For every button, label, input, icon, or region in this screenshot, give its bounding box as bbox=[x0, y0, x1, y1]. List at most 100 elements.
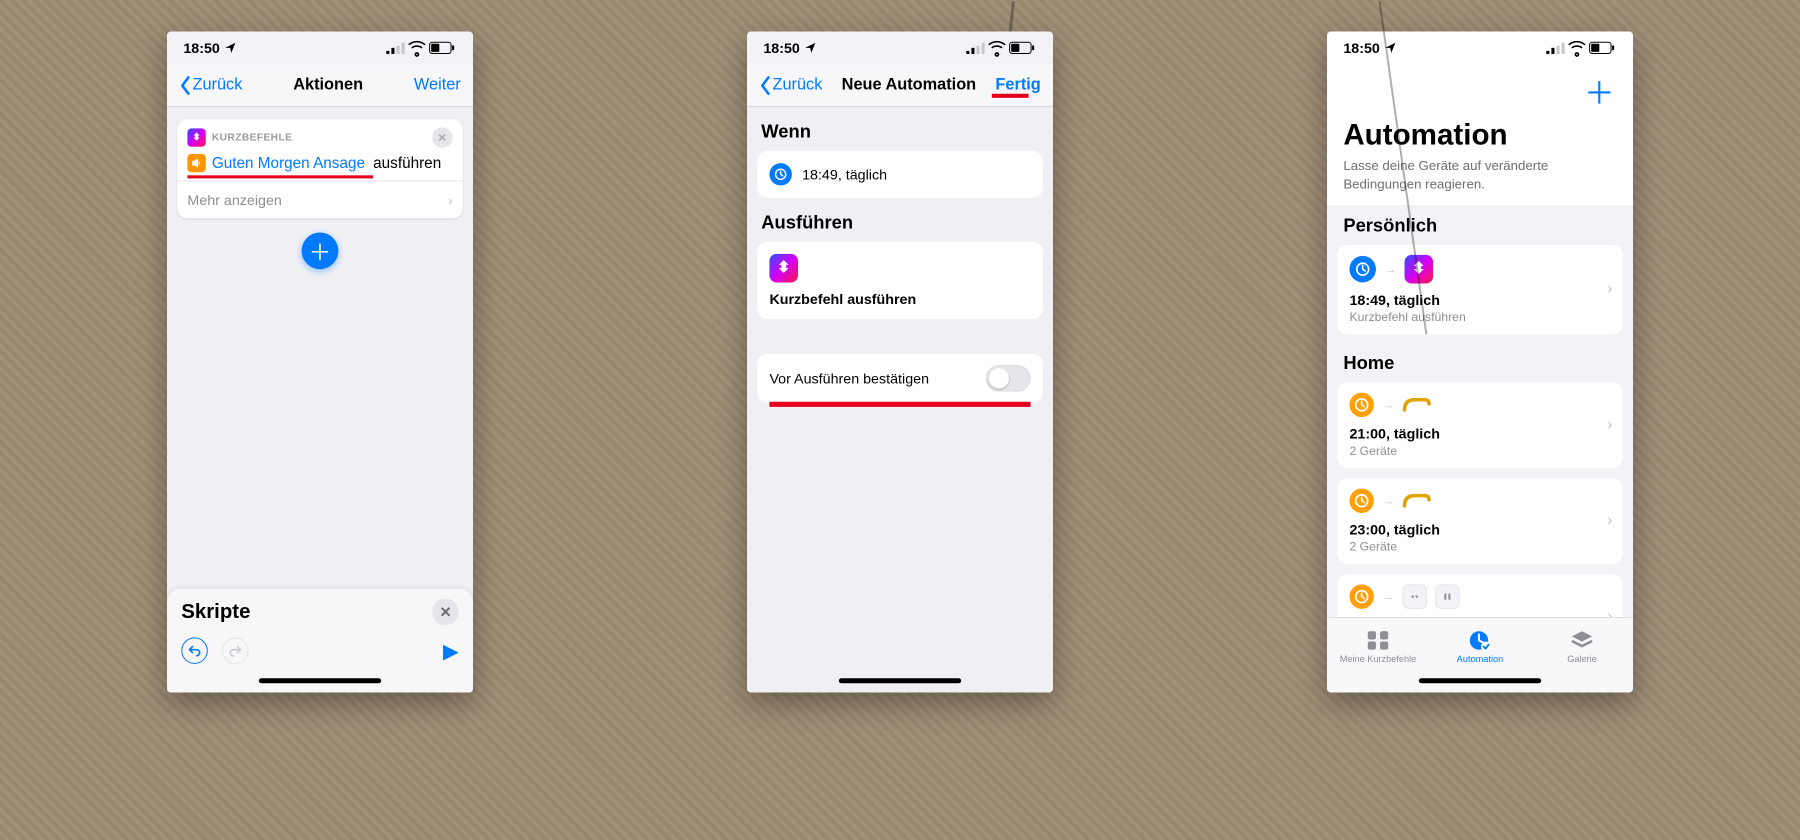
scene-curve-icon bbox=[1402, 492, 1431, 510]
location-icon bbox=[804, 42, 816, 54]
arrow-icon: → bbox=[1382, 590, 1394, 604]
tab-label: Automation bbox=[1457, 653, 1503, 663]
phone-body: Automation Lasse deine Geräte auf veränd… bbox=[1327, 117, 1633, 617]
personal-title: 18:49, täglich bbox=[1349, 286, 1610, 308]
chevron-left-icon bbox=[179, 75, 191, 95]
nav-bar: Zurück Aktionen Weiter bbox=[167, 64, 473, 107]
home-automation-card[interactable]: → 21:00, täglich 2 Geräte › bbox=[1337, 382, 1623, 468]
shortcuts-app-icon bbox=[1405, 255, 1434, 284]
phone-automation-list: 18:50 ＋ Automation Lasse deine Geräte au… bbox=[1327, 32, 1633, 693]
wifi-icon bbox=[989, 42, 1005, 53]
signal-icon bbox=[966, 42, 984, 53]
done-button[interactable]: Fertig bbox=[995, 76, 1040, 94]
status-time: 18:50 bbox=[763, 40, 800, 56]
undo-button[interactable] bbox=[181, 637, 208, 664]
battery-icon bbox=[1589, 42, 1615, 54]
signal-icon bbox=[386, 42, 404, 53]
clock-icon bbox=[1349, 256, 1376, 283]
panel-title: Skripte bbox=[181, 600, 250, 623]
when-trigger-cell[interactable]: 18:49, täglich bbox=[757, 151, 1043, 198]
add-automation-button[interactable]: ＋ bbox=[1584, 68, 1615, 113]
run-button[interactable]: ▶ bbox=[443, 638, 459, 664]
section-home: Home bbox=[1327, 345, 1633, 383]
remove-action-button[interactable]: ✕ bbox=[432, 127, 452, 147]
location-icon bbox=[224, 42, 236, 54]
home-automation-card[interactable]: → 23:00, täglich 2 Geräte › bbox=[1337, 478, 1623, 564]
wifi-icon bbox=[409, 42, 425, 53]
status-right-icons bbox=[386, 42, 454, 54]
clock-icon bbox=[1349, 393, 1373, 417]
chevron-right-icon: › bbox=[1607, 416, 1612, 434]
wifi-icon bbox=[1569, 42, 1585, 53]
stack-icon bbox=[1570, 629, 1594, 651]
home-indicator bbox=[181, 674, 458, 692]
home-indicator bbox=[1327, 674, 1633, 692]
nav-bar: Zurück Neue Automation Fertig bbox=[747, 64, 1053, 107]
shortcuts-app-icon bbox=[187, 128, 205, 146]
status-right-icons bbox=[1546, 42, 1614, 54]
close-panel-button[interactable]: ✕ bbox=[432, 599, 459, 626]
tab-gallery[interactable]: Galerie bbox=[1531, 618, 1633, 674]
personal-automation-card[interactable]: → 18:49, täglich Kurzbefehl ausführen › bbox=[1337, 245, 1623, 335]
status-bar: 18:50 bbox=[167, 32, 473, 65]
chevron-left-icon bbox=[759, 75, 771, 95]
when-time-label: 18:49, täglich bbox=[802, 166, 887, 182]
add-action-button[interactable]: ＋ bbox=[302, 232, 339, 269]
run-label: Kurzbefehl ausführen bbox=[769, 291, 916, 307]
undo-icon bbox=[187, 644, 201, 658]
done-label: Fertig bbox=[995, 76, 1040, 93]
tab-bar: Meine Kurzbefehle Automation Galerie bbox=[1327, 617, 1633, 674]
back-label: Zurück bbox=[193, 76, 243, 94]
status-time: 18:50 bbox=[183, 40, 220, 56]
shortcuts-app-icon bbox=[769, 254, 798, 283]
page-title: Automation bbox=[1327, 117, 1633, 155]
arrow-icon: → bbox=[1384, 262, 1396, 276]
home-automation-card[interactable]: → 23:00, täglich 2 Geräte › bbox=[1337, 574, 1623, 617]
phone-body: Wenn 18:49, täglich Ausführen Kurzbefehl… bbox=[747, 107, 1053, 674]
nav-title: Neue Automation bbox=[842, 76, 976, 94]
chevron-right-icon: › bbox=[1607, 608, 1612, 617]
back-button[interactable]: Zurück bbox=[759, 75, 822, 95]
outlet-icon bbox=[1402, 584, 1426, 608]
status-bar: 18:50 bbox=[1327, 32, 1633, 65]
grid-icon bbox=[1366, 629, 1390, 651]
action-link[interactable]: Guten Morgen Ansage bbox=[212, 154, 365, 171]
battery-icon bbox=[429, 42, 455, 54]
tab-shortcuts[interactable]: Meine Kurzbefehle bbox=[1327, 618, 1429, 674]
status-bar: 18:50 bbox=[747, 32, 1053, 65]
nav-title: Aktionen bbox=[293, 76, 363, 94]
back-button[interactable]: Zurück bbox=[179, 75, 242, 95]
redo-button[interactable] bbox=[222, 637, 249, 664]
action-card: KURZBEFEHLE ✕ Guten Morgen Ansage ausfüh… bbox=[177, 119, 463, 218]
chevron-right-icon: › bbox=[448, 192, 453, 208]
chevron-right-icon: › bbox=[1607, 512, 1612, 530]
status-right-icons bbox=[966, 42, 1034, 54]
outlet-icon bbox=[1435, 584, 1459, 608]
signal-icon bbox=[1546, 42, 1564, 53]
clock-icon bbox=[769, 163, 791, 185]
suggestions-panel: Skripte ✕ ▶ bbox=[167, 588, 473, 692]
annotation-underline bbox=[187, 175, 373, 178]
annotation-underline bbox=[992, 93, 1029, 97]
show-more-label: Mehr anzeigen bbox=[187, 192, 281, 208]
section-when: Wenn bbox=[747, 107, 1053, 151]
phone-actions: 18:50 Zurück Aktionen Weiter KURZBEFEHLE… bbox=[167, 32, 473, 693]
tab-automation[interactable]: Automation bbox=[1429, 618, 1531, 674]
home-indicator bbox=[747, 674, 1053, 692]
section-run: Ausführen bbox=[747, 198, 1053, 242]
confirm-toggle[interactable] bbox=[986, 365, 1031, 392]
page-subtitle: Lasse deine Geräte auf veränderte Beding… bbox=[1327, 155, 1633, 205]
tab-label: Meine Kurzbefehle bbox=[1340, 653, 1417, 663]
home-item-sub: 2 Geräte bbox=[1349, 540, 1610, 554]
clock-check-icon bbox=[1468, 629, 1492, 651]
home-item-title: 21:00, täglich bbox=[1349, 419, 1610, 441]
show-more-row[interactable]: Mehr anzeigen › bbox=[177, 180, 463, 218]
next-button[interactable]: Weiter bbox=[414, 76, 461, 94]
run-action-cell[interactable]: Kurzbefehl ausführen bbox=[757, 242, 1043, 320]
card-app-label: KURZBEFEHLE bbox=[212, 132, 292, 143]
phone-new-automation: 18:50 Zurück Neue Automation Fertig Wenn… bbox=[747, 32, 1053, 693]
phone-body: KURZBEFEHLE ✕ Guten Morgen Ansage ausfüh… bbox=[167, 107, 473, 692]
confirm-label: Vor Ausführen bestätigen bbox=[769, 370, 929, 386]
status-time: 18:50 bbox=[1343, 40, 1380, 56]
home-item-title: 23:00, täglich bbox=[1349, 611, 1610, 617]
